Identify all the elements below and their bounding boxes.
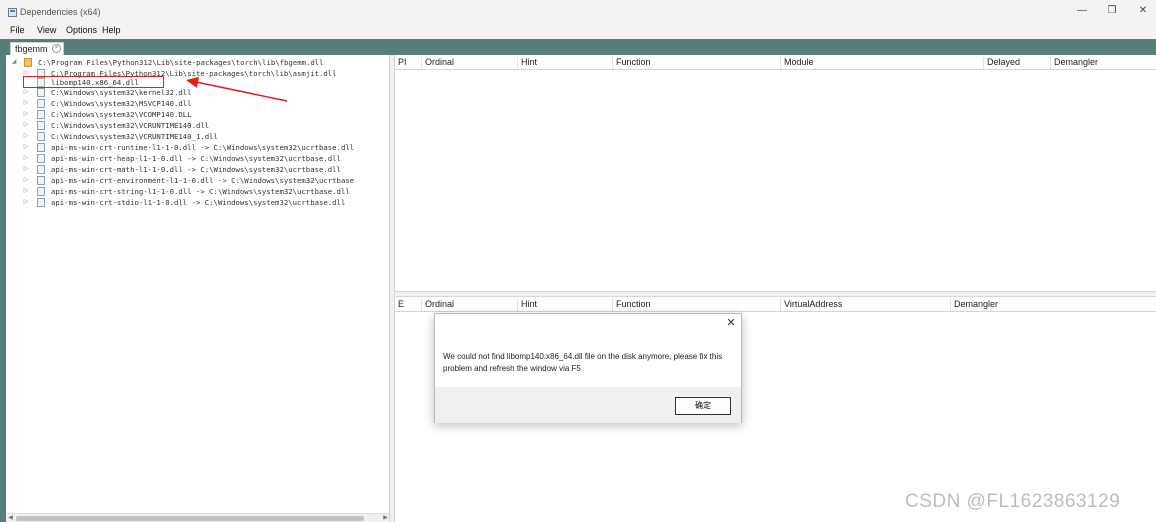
tree-item-label: api-ms-win-crt-runtime-l1-1-0.dll -> C:\… — [51, 143, 355, 152]
column-module[interactable]: Module — [780, 57, 983, 69]
expand-icon[interactable]: ▷ — [22, 197, 30, 208]
tree-horizontal-scrollbar[interactable]: ◀ ▶ — [6, 513, 391, 522]
exports-grid-header: E Ordinal Hint Function VirtualAddress D… — [395, 297, 1156, 312]
watermark-text: CSDN @FL1623863129 — [905, 491, 1121, 512]
column-pi[interactable]: PI — [395, 57, 421, 69]
column-virtual-address[interactable]: VirtualAddress — [780, 299, 950, 311]
tree-item-label: C:\Windows\system32\MSVCP140.dll — [51, 99, 192, 108]
module-icon — [37, 187, 45, 196]
imports-grid: PI Ordinal Hint Function Module Delayed … — [395, 55, 1156, 292]
tree-item-label: C:\Windows\system32\VCRUNTIME140_1.dll — [51, 132, 218, 141]
tree-item-label: api-ms-win-crt-string-l1-1-0.dll -> C:\W… — [51, 187, 350, 196]
tab-close-icon[interactable]: × — [52, 44, 61, 53]
window-title: Dependencies (x64) — [20, 7, 101, 17]
scroll-left-icon[interactable]: ◀ — [6, 514, 15, 522]
ok-button[interactable]: 确定 — [675, 397, 731, 415]
column-hint[interactable]: Hint — [517, 299, 612, 311]
module-icon — [37, 143, 45, 152]
dialog-close-icon[interactable]: ✕ — [725, 317, 737, 329]
module-icon — [37, 132, 45, 141]
module-icon — [37, 165, 45, 174]
tree-item-label: C:\Windows\system32\VCRUNTIME140.dll — [51, 121, 210, 130]
column-function[interactable]: Function — [612, 57, 780, 69]
menu-view[interactable]: View — [37, 25, 56, 35]
expand-icon[interactable]: ▷ — [22, 153, 30, 164]
title-bar: Dependencies (x64) — ❐ ✕ — [0, 0, 1156, 22]
expand-icon[interactable]: ▷ — [22, 142, 30, 153]
module-icon — [37, 154, 45, 163]
menu-options[interactable]: Options — [66, 25, 97, 35]
tree-item-label: C:\Windows\system32\VCOMP140.DLL — [51, 110, 192, 119]
collapse-icon[interactable]: ◢ — [10, 57, 18, 68]
column-hint[interactable]: Hint — [517, 57, 612, 69]
expand-icon[interactable]: ▷ — [22, 164, 30, 175]
tree-item-label: api-ms-win-crt-heap-l1-1-0.dll -> C:\Win… — [51, 154, 341, 163]
tree-item-label: api-ms-win-crt-math-l1-1-0.dll -> C:\Win… — [51, 165, 341, 174]
menu-bar: File View Options Help — [0, 22, 1156, 39]
module-icon — [37, 88, 45, 97]
close-window-button[interactable]: ✕ — [1136, 5, 1150, 17]
column-delayed[interactable]: Delayed — [983, 57, 1050, 69]
module-icon — [24, 58, 32, 67]
column-ordinal[interactable]: Ordinal — [421, 299, 517, 311]
error-dialog: ✕ We could not find libomp140.x86_64.dll… — [434, 313, 742, 423]
column-e[interactable]: E — [395, 299, 421, 311]
expand-icon[interactable]: ▷ — [22, 109, 30, 120]
module-icon — [37, 121, 45, 130]
expand-icon[interactable]: ▷ — [22, 175, 30, 186]
expand-icon[interactable]: ▷ — [22, 186, 30, 197]
minimize-button[interactable]: — — [1075, 5, 1089, 17]
column-ordinal[interactable]: Ordinal — [421, 57, 517, 69]
expand-icon[interactable]: ▷ — [22, 87, 30, 98]
tree-item-label: api-ms-win-crt-stdio-l1-1-0.dll -> C:\Wi… — [51, 198, 346, 207]
expand-icon[interactable]: ▷ — [22, 131, 30, 142]
column-function[interactable]: Function — [612, 299, 780, 311]
column-demangler[interactable]: Demangler — [950, 299, 1156, 311]
module-icon — [37, 110, 45, 119]
scrollbar-thumb[interactable] — [16, 516, 364, 521]
maximize-button[interactable]: ❐ — [1105, 5, 1119, 17]
module-icon — [37, 176, 45, 185]
menu-help[interactable]: Help — [102, 25, 121, 35]
tree-item-label: C:\Windows\system32\kernel32.dll — [51, 88, 192, 97]
expand-icon[interactable]: ▷ — [22, 98, 30, 109]
tab-label: fbgemm — [15, 44, 48, 54]
dependency-tree: ◢ C:\Program Files\Python312\Lib\site-pa… — [6, 55, 392, 522]
tree-item-label: api-ms-win-crt-environment-l1-1-0.dll ->… — [51, 176, 355, 185]
dialog-footer: 确定 — [435, 387, 741, 423]
module-icon — [37, 99, 45, 108]
tab-fbgemm[interactable]: fbgemm × — [10, 42, 64, 55]
module-icon — [37, 198, 45, 207]
expand-icon[interactable]: ▷ — [22, 120, 30, 131]
tab-strip: fbgemm × — [0, 39, 1156, 55]
dialog-message: We could not find libomp140.x86_64.dll f… — [443, 352, 723, 373]
app-icon — [8, 8, 17, 17]
menu-file[interactable]: File — [10, 25, 25, 35]
missing-dll-highlight — [23, 76, 164, 88]
tree-item-label: C:\Program Files\Python312\Lib\site-pack… — [38, 58, 324, 67]
imports-grid-header: PI Ordinal Hint Function Module Delayed … — [395, 55, 1156, 70]
column-demangler[interactable]: Demangler — [1050, 57, 1156, 69]
